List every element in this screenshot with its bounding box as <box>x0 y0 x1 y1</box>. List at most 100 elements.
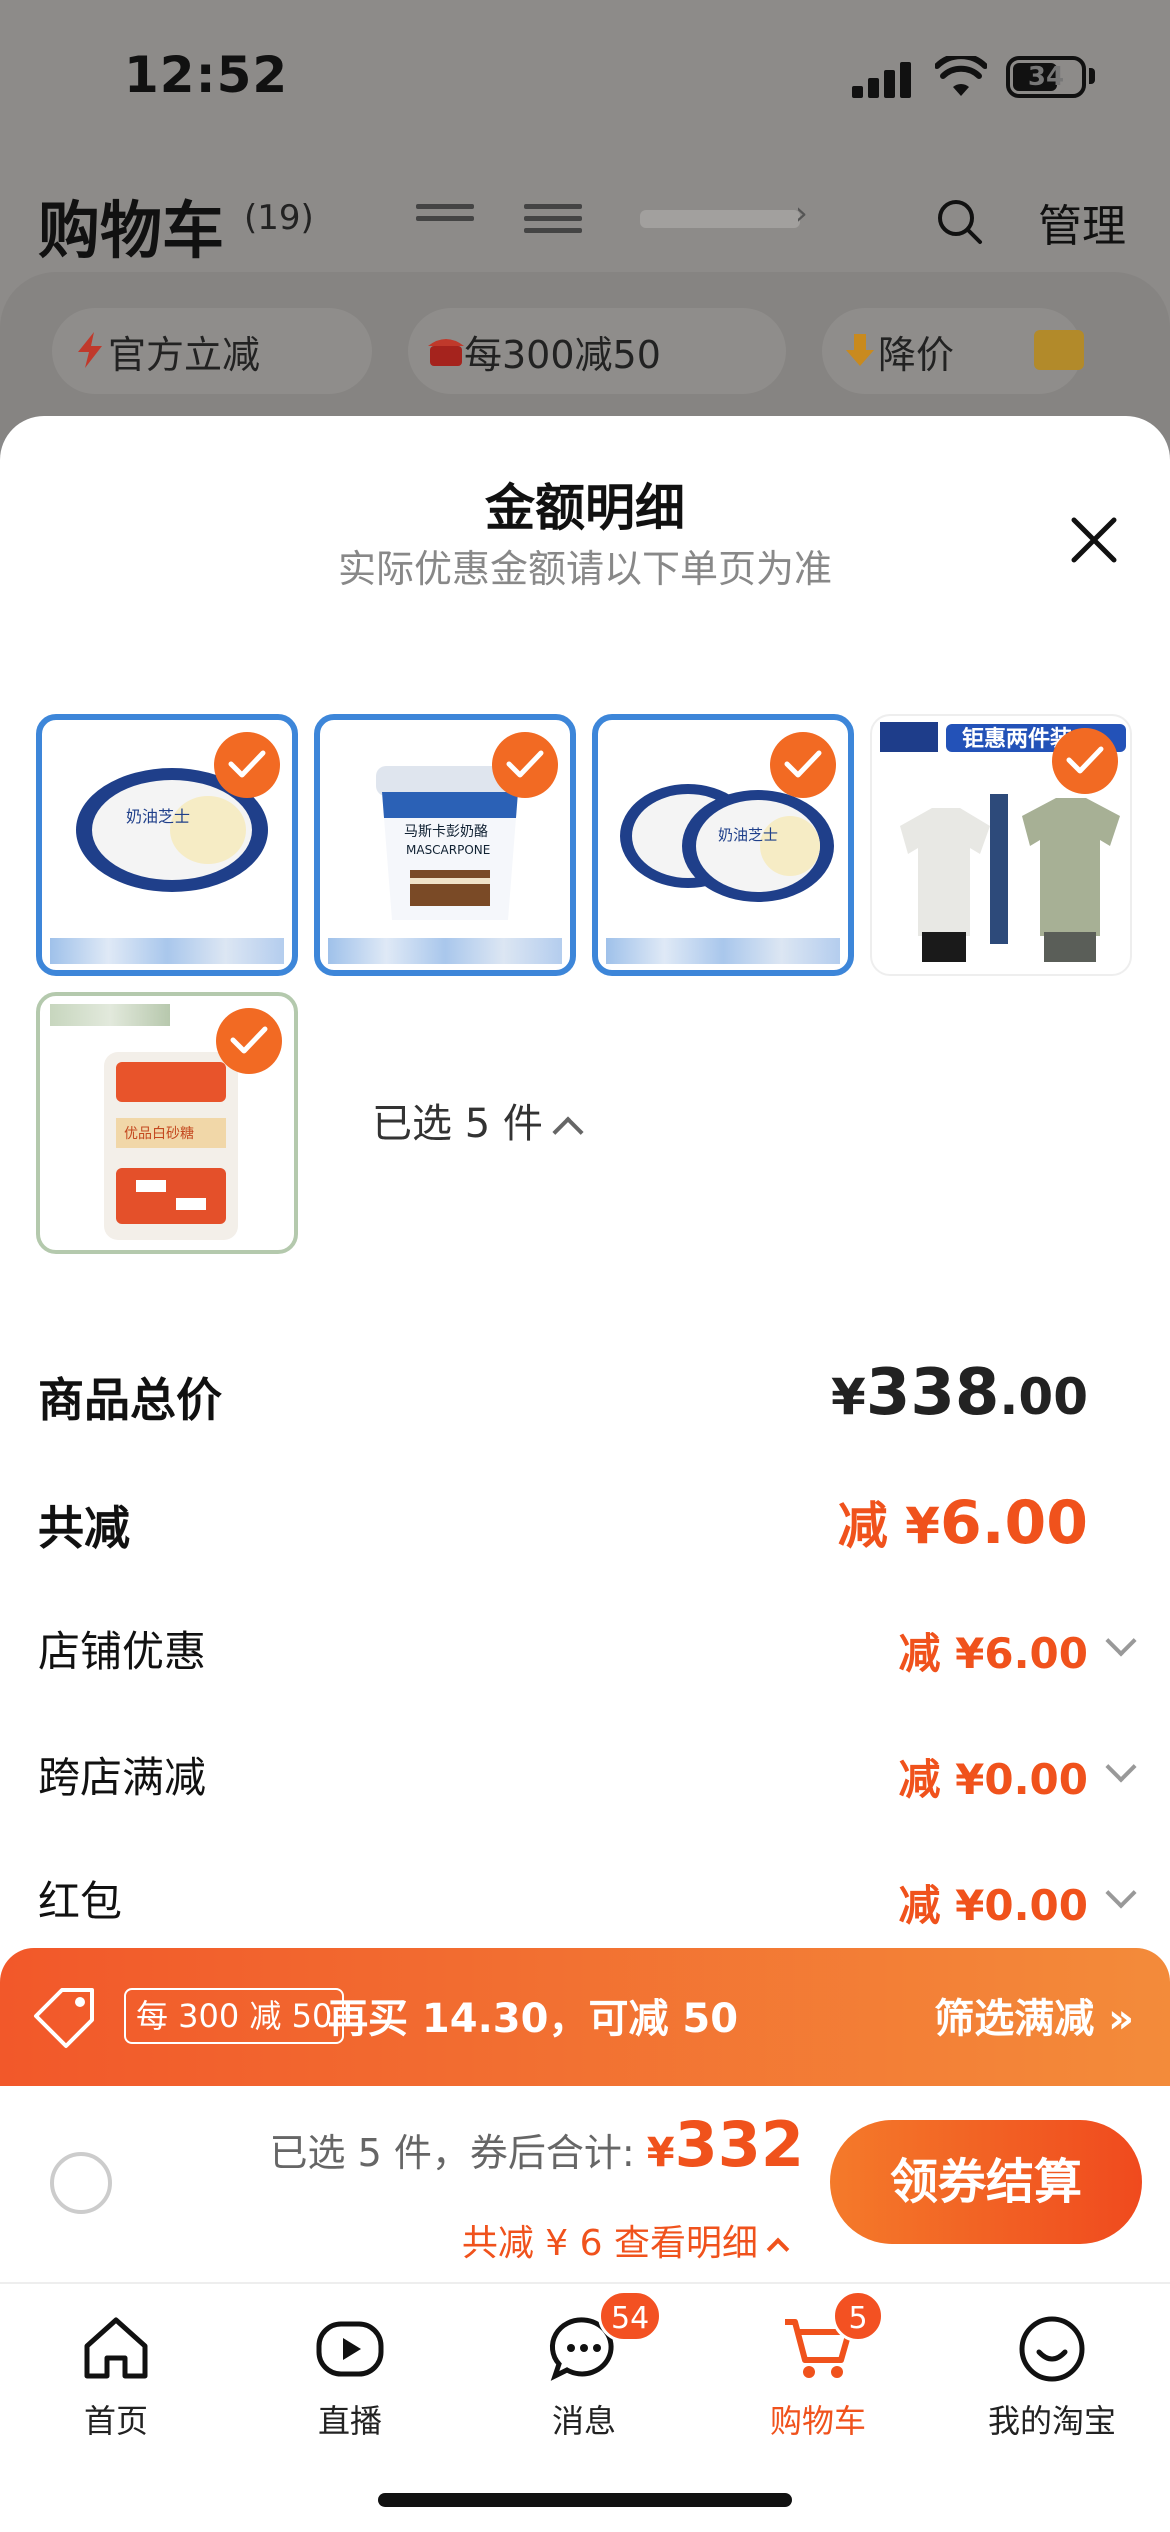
red-packet-label: 红包 <box>38 1877 123 1926</box>
wifi-icon <box>935 56 987 96</box>
selected-count-label: 已选 5 件 <box>372 1101 543 1147</box>
sheet-subtitle: 实际优惠金额请以下单页为准 <box>337 547 832 591</box>
product-label: 奶油芝士 <box>718 826 778 844</box>
cart-count: (19) <box>244 198 314 238</box>
product-title-blur <box>606 938 840 964</box>
signal-icon <box>852 62 914 98</box>
sugar-bag-image: 优品白砂糖 <box>104 1052 238 1240</box>
product-sublabel: MASCARPONE <box>406 843 490 857</box>
chevron-down-icon[interactable] <box>1105 1877 1137 1909</box>
shop-discount-label: 店铺优惠 <box>38 1627 207 1676</box>
red-packet-value[interactable]: 减 ¥0.00 <box>899 1872 1088 1933</box>
selected-check[interactable] <box>1052 728 1118 794</box>
header-tab-icon[interactable] <box>416 204 474 236</box>
chip-label: 降价 <box>878 332 955 377</box>
tab-label: 直播 <box>317 2402 382 2440</box>
product-label: 马斯卡彭奶酪 <box>404 824 488 840</box>
coupon-tag-icon <box>34 1988 94 2048</box>
total-decimal: .00 <box>999 1368 1088 1426</box>
arrow-down-icon <box>846 334 874 366</box>
product-label: 优品白砂糖 <box>124 1126 194 1142</box>
selected-count-toggle[interactable]: 已选 5 件 <box>372 1091 584 1149</box>
checkout-summary: 已选 5 件，券后合计: ¥332 <box>270 2108 805 2181</box>
cart-page-background: 12:52 34 购物车 (19) › 管理 官方立减 每300减50 降价 <box>0 0 1170 440</box>
select-all-checkbox[interactable] <box>50 2152 112 2214</box>
tab-label: 购物车 <box>769 2402 866 2440</box>
product-thumbnail[interactable]: 奶油芝士 <box>36 714 298 976</box>
cross-store-discount-value[interactable]: 减 ¥0.00 <box>899 1746 1088 1807</box>
selected-check[interactable] <box>492 732 558 798</box>
detail-label: 共减 ¥ 6 查看明细 <box>461 2223 758 2264</box>
summary-prefix: 已选 5 件，券后合计: <box>269 2131 635 2175</box>
home-icon <box>84 2317 148 2379</box>
filter-chip-discount[interactable]: 每300减50 <box>408 308 786 394</box>
product-title-blur <box>50 938 284 964</box>
discount-prefix: 减 ¥ <box>837 1497 940 1555</box>
tab-label: 消息 <box>551 2402 616 2440</box>
battery-icon: 34 <box>1006 56 1086 98</box>
checkout-bar: 已选 5 件，券后合计: ¥332 共减 ¥ 6 查看明细 领券结算 <box>0 2086 1170 2282</box>
selected-check[interactable] <box>214 732 280 798</box>
promo-message: 再买 14.30，可减 50 <box>328 1996 739 2042</box>
filter-full-reduction-link[interactable]: 筛选满减 » <box>934 1986 1134 2044</box>
view-detail-toggle[interactable]: 共减 ¥ 6 查看明细 <box>461 2214 790 2266</box>
discount-total-value: 减 ¥6.00 <box>838 1486 1088 1558</box>
discount-amount: 6.00 <box>939 1488 1088 1558</box>
battery-tip <box>1089 68 1095 84</box>
product-title-blur <box>328 938 562 964</box>
address-selector[interactable] <box>640 210 800 228</box>
list-view-icon[interactable] <box>524 204 582 236</box>
discount-total-label: 共减 <box>38 1501 130 1555</box>
folder-icon[interactable] <box>1034 330 1084 370</box>
status-bar: 12:52 34 <box>0 0 1170 150</box>
battery-level: 34 <box>1027 62 1065 92</box>
tab-my-taobao[interactable]: 我的淘宝 <box>962 2298 1142 2442</box>
shop-discount-value[interactable]: 减 ¥6.00 <box>899 1620 1088 1681</box>
chevron-up-icon <box>766 2237 790 2261</box>
chevron-right-icon: › <box>795 194 808 232</box>
tab-messages[interactable]: 54 消息 <box>494 2290 674 2442</box>
tab-live[interactable]: 直播 <box>260 2298 440 2442</box>
status-time: 12:52 <box>124 46 289 104</box>
page-title: 购物车 <box>38 194 225 267</box>
chevron-down-icon[interactable] <box>1105 1751 1137 1783</box>
filter-chip-official[interactable]: 官方立减 <box>52 308 372 394</box>
tab-label: 首页 <box>83 2402 148 2440</box>
message-badge: 54 <box>598 2290 663 2342</box>
sheet-title: 金额明细 <box>485 479 685 537</box>
total-price-value: ¥338.00 <box>831 1356 1088 1430</box>
lightning-icon <box>78 332 102 368</box>
chevron-down-icon[interactable] <box>1105 1625 1137 1657</box>
total-currency: ¥ <box>831 1368 866 1426</box>
cart-header: 购物车 (19) › 管理 <box>0 160 1170 270</box>
product-title-blur <box>50 1004 170 1026</box>
live-icon <box>316 2321 384 2377</box>
shop-icon <box>428 339 464 366</box>
close-icon[interactable] <box>1066 512 1122 568</box>
profile-icon <box>1019 2316 1085 2382</box>
search-icon[interactable] <box>934 196 984 246</box>
product-thumbnail[interactable]: 优品白砂糖 <box>36 992 298 1254</box>
cart-badge: 5 <box>832 2290 884 2342</box>
promo-banner[interactable]: 每 300 减 50 再买 14.30，可减 50 筛选满减 » <box>0 1948 1170 2086</box>
product-thumbnail[interactable]: 钜惠两件装 <box>870 714 1132 976</box>
tab-home[interactable]: 首页 <box>26 2298 206 2442</box>
tab-label: 我的淘宝 <box>987 2402 1116 2440</box>
summary-currency: ¥ <box>646 2130 675 2176</box>
product-thumbnail[interactable]: 马斯卡彭奶酪 MASCARPONE <box>314 714 576 976</box>
home-indicator[interactable] <box>378 2493 792 2507</box>
chip-label: 每300减50 <box>464 332 661 377</box>
selected-check[interactable] <box>770 732 836 798</box>
checkout-button[interactable]: 领券结算 <box>830 2120 1142 2244</box>
product-label: 奶油芝士 <box>126 807 190 826</box>
product-thumbnail[interactable]: 奶油芝士 <box>592 714 854 976</box>
total-integer: 338 <box>865 1356 1000 1430</box>
manage-button[interactable]: 管理 <box>1038 190 1126 254</box>
total-price-label: 商品总价 <box>38 1373 222 1427</box>
summary-amount: 332 <box>674 2108 804 2181</box>
chevron-up-icon <box>552 1116 584 1148</box>
tab-cart[interactable]: 5 购物车 <box>728 2290 908 2442</box>
chip-label: 官方立减 <box>108 332 261 377</box>
selected-check[interactable] <box>216 1008 282 1074</box>
cross-store-discount-label: 跨店满减 <box>38 1753 207 1802</box>
